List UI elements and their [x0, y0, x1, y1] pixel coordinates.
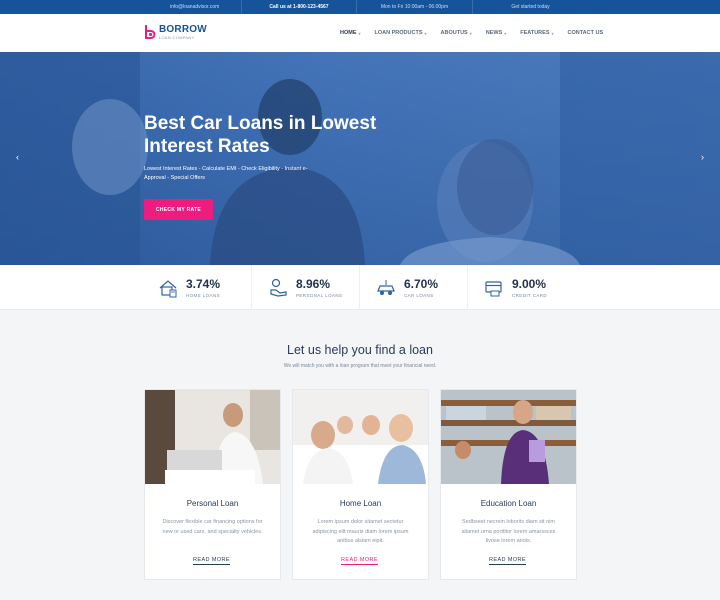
card-image [145, 390, 280, 484]
read-more-label: READ MORE [193, 557, 230, 565]
menu-label: NEWS [485, 30, 503, 36]
menu-item-contact-us[interactable]: CONTACT US [568, 30, 604, 36]
card-title: Education Loan [480, 499, 537, 508]
menu-label: LOAN PRODUCTS [374, 30, 423, 36]
hero-photo [0, 52, 720, 265]
card-image [441, 390, 576, 484]
rate-value: 8.96% [296, 276, 331, 291]
topbar-hours: Mon to Fri 10:00am - 06:00pm [357, 0, 473, 14]
credit-card-icon [485, 280, 502, 296]
menu-label: CONTACT US [567, 30, 604, 36]
top-bar: info@loanadvisor.com Call us at 1-800-12… [0, 0, 720, 14]
logo-name: BORROW [159, 23, 207, 35]
menu-item-about-us[interactable]: ABOUTUS ▾ [441, 30, 472, 36]
rate-credit-card[interactable]: 9.00% CREDIT CARD [468, 265, 576, 310]
chevron-down-icon: ▾ [504, 30, 507, 36]
rates-bar: 3.74% HOME LOANS 8.96% PERSONAL LOANS 6.… [0, 265, 720, 310]
card-title: Home Loan [339, 499, 382, 508]
topbar-cta[interactable]: Get started today [473, 0, 588, 14]
card-home-loan[interactable]: Home Loan Lorem ipsum dolor sitamet sect… [292, 389, 429, 580]
rate-label: CAR LOANS [404, 292, 434, 298]
rate-value: 9.00% [512, 276, 547, 291]
read-more-link[interactable]: READ MORE [144, 557, 279, 565]
menu-item-features[interactable]: FEATURES ▾ [520, 30, 553, 36]
menu-label: ABOUTUS [440, 30, 468, 36]
chevron-down-icon: ▾ [424, 30, 427, 36]
chevron-down-icon: ▾ [551, 30, 554, 36]
chevron-left-icon[interactable]: ‹ [16, 152, 19, 162]
card-text: Sedbseet necrein loborits diam sit nim s… [461, 519, 556, 544]
read-more-label: READ MORE [341, 557, 378, 565]
read-more-link[interactable]: READ MORE [440, 557, 575, 565]
rate-car-loans[interactable]: 6.70% CAR LOANS [360, 265, 468, 310]
rate-label: HOME LOANS [186, 292, 221, 298]
section-title: Let us help you find a loan [287, 343, 433, 357]
section-subtitle: We will match you with a loan program th… [283, 363, 437, 369]
hand-money-icon [270, 278, 287, 297]
menu-item-loan-products[interactable]: LOAN PRODUCTS ▾ [375, 30, 427, 36]
card-text: Lorem ipsum dolor sitamet sectetur adipi… [312, 519, 409, 544]
card-personal-loan[interactable]: Personal Loan Discover flexible car fina… [144, 389, 281, 580]
main-navigation: BORROW LOAN COMPANY HOME ▾ LOAN PRODUCTS ▾… [0, 14, 720, 52]
menu-label: FEATURES [520, 30, 550, 36]
rate-label: PERSONAL LOANS [296, 292, 343, 298]
logo-icon [145, 25, 156, 39]
menu: HOME ▾ LOAN PRODUCTS ▾ ABOUTUS ▾ NEWS ▾ FEAT… [340, 14, 617, 52]
chevron-down-icon: ▾ [469, 30, 472, 36]
hero-subtitle: Lowest Interest Rates - Calculate EMI - … [144, 166, 308, 181]
logo[interactable]: BORROW LOAN COMPANY [144, 24, 207, 40]
topbar-email[interactable]: info@loanadvisor.com [0, 0, 242, 14]
menu-item-news[interactable]: NEWS ▾ [486, 30, 507, 36]
house-calculator-icon [159, 279, 177, 297]
rate-value: 6.70% [404, 276, 439, 291]
rate-home-loans[interactable]: 3.74% HOME LOANS [144, 265, 252, 310]
card-education-loan[interactable]: Education Loan Sedbseet necrein loborits… [440, 389, 577, 580]
read-more-link[interactable]: READ MORE [292, 557, 427, 565]
topbar-phone[interactable]: Call us at 1-800-123-4567 [242, 0, 357, 14]
logo-tagline: LOAN COMPANY [159, 34, 195, 40]
read-more-label: READ MORE [489, 557, 526, 565]
menu-label: HOME [340, 30, 357, 36]
check-my-rate-button[interactable]: CHECK MY RATE [144, 199, 213, 220]
card-image [293, 390, 428, 484]
chevron-down-icon: ▾ [358, 30, 361, 36]
card-title: Personal Loan [186, 499, 239, 508]
chevron-right-icon[interactable]: › [701, 152, 704, 162]
hero-title: Best Car Loans in Lowest Interest Rates [144, 113, 377, 157]
rate-label: CREDIT CARD [512, 292, 548, 298]
card-text: Discover flexible car financing options … [162, 519, 263, 535]
car-icon [377, 279, 395, 295]
menu-item-home[interactable]: HOME ▾ [340, 30, 361, 36]
rate-personal-loans[interactable]: 8.96% PERSONAL LOANS [252, 265, 360, 310]
rate-value: 3.74% [186, 276, 221, 291]
hero-slider: Best Car Loans in Lowest Interest Rates … [0, 52, 720, 265]
